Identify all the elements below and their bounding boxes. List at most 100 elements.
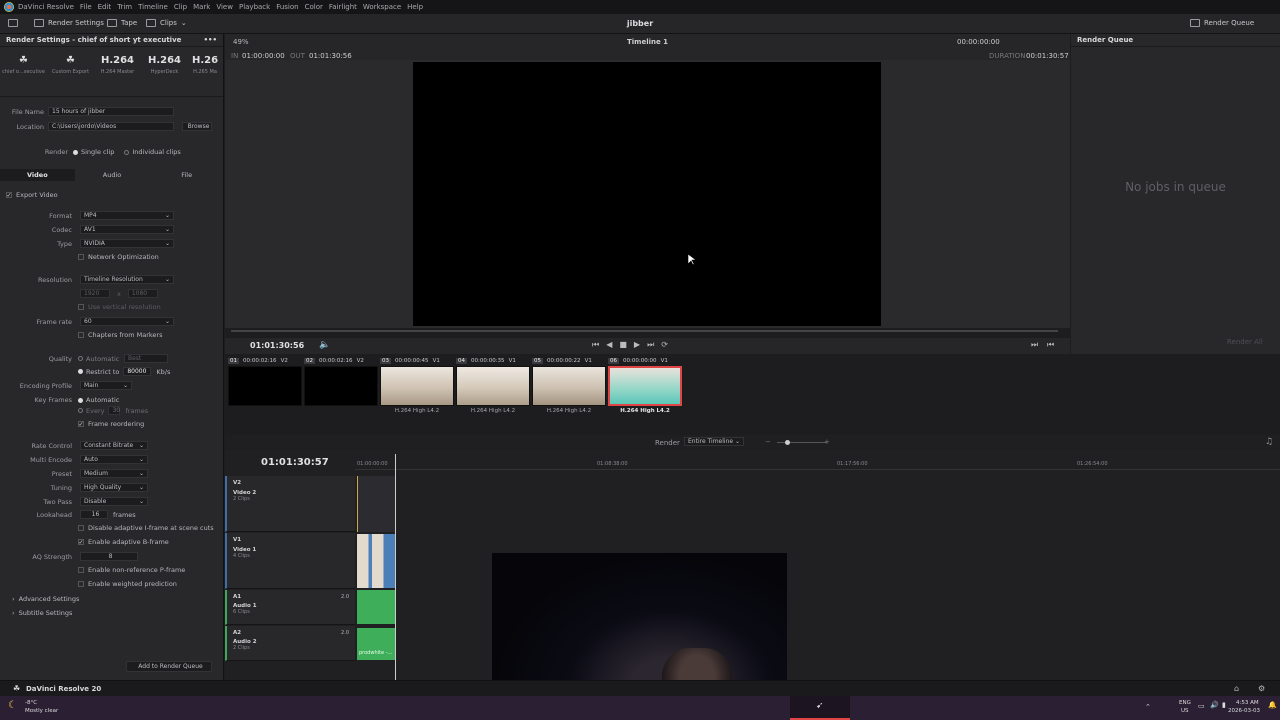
render-range-select[interactable]: Entire Timeline ⌄: [684, 437, 744, 446]
individual-clips-radio[interactable]: [124, 149, 130, 155]
keyframe-every-radio[interactable]: [78, 408, 83, 413]
battery-icon[interactable]: ▮: [1222, 701, 1226, 709]
zoom-select[interactable]: 49%: [233, 38, 249, 46]
encoding-profile-select[interactable]: Main ⌄: [80, 381, 132, 390]
preset-hyperdeck[interactable]: H.264 HyperDeck: [141, 51, 188, 96]
preset-custom-export[interactable]: ☘ Custom Export: [47, 51, 94, 96]
add-to-render-queue-button[interactable]: Add to Render Queue: [126, 661, 212, 672]
menu-app[interactable]: DaVinci Resolve: [18, 3, 74, 11]
rate-control-select[interactable]: Constant Bitrate ⌄: [80, 441, 148, 450]
track-header-a2[interactable]: A2 Audio 2 2 Clips 2.0: [225, 626, 355, 661]
weighted-prediction-checkbox[interactable]: [78, 581, 84, 587]
chevron-up-icon[interactable]: ⌃: [1145, 703, 1151, 711]
playhead[interactable]: [395, 454, 396, 680]
non-reference-checkbox[interactable]: [78, 567, 84, 573]
frame-rate-select[interactable]: 60 ⌄: [80, 317, 174, 326]
quality-auto-radio[interactable]: [78, 356, 83, 361]
menu-workspace[interactable]: Workspace: [363, 3, 401, 11]
v2-clip[interactable]: [357, 476, 395, 532]
prev-clip-icon[interactable]: ⏮: [1047, 340, 1054, 350]
advanced-settings-toggle[interactable]: Advanced Settings: [19, 595, 80, 603]
zoom-in-icon[interactable]: +: [824, 438, 830, 446]
clock-time[interactable]: 4:53 AM: [1236, 700, 1259, 706]
menu-help[interactable]: Help: [407, 3, 423, 11]
render-all-button[interactable]: Render All: [1227, 338, 1263, 346]
volume-icon[interactable]: 🔈: [319, 340, 330, 350]
restrict-to-radio[interactable]: [78, 369, 83, 374]
network-icon[interactable]: ▭: [1198, 702, 1205, 710]
next-clip-icon[interactable]: ⏭: [1031, 340, 1038, 350]
timeline-ruler[interactable]: 01:00:00:00 01:08:38:00 01:17:56:00 01:2…: [355, 454, 1280, 470]
file-name-input[interactable]: 15 hours of jibber: [48, 107, 174, 116]
location-input[interactable]: C:\Users\jordo\Videos: [48, 122, 174, 131]
menu-file[interactable]: File: [80, 3, 92, 11]
single-clip-radio[interactable]: [73, 149, 78, 155]
keyframe-every-input[interactable]: 30: [108, 406, 121, 415]
v1-clip[interactable]: [357, 534, 395, 588]
frame-reordering-checkbox[interactable]: ✓: [78, 421, 84, 428]
type-select[interactable]: NVIDIA ⌄: [80, 239, 174, 248]
resolution-select[interactable]: Timeline Resolution ⌄: [80, 275, 174, 284]
export-video-checkbox[interactable]: ✓: [6, 192, 12, 199]
lookahead-input[interactable]: 16: [80, 510, 108, 519]
video-preview[interactable]: [413, 62, 881, 326]
taskbar-app-resolve[interactable]: ➹: [790, 696, 850, 720]
menu-edit[interactable]: Edit: [98, 3, 112, 11]
speaker-icon[interactable]: 🔊: [1210, 701, 1219, 709]
menu-mark[interactable]: Mark: [193, 3, 210, 11]
clip-thumbnail[interactable]: 04 00:00:00:35 V1 H.264 High L4.2: [456, 355, 530, 414]
settings-gear-icon[interactable]: ⚙: [1258, 684, 1265, 693]
track-header-v1[interactable]: V1 Video 1 4 Clips: [225, 533, 355, 589]
preset-h265-master[interactable]: H.26 H.265 Ma: [188, 51, 222, 96]
tuning-select[interactable]: High Quality ⌄: [80, 483, 148, 492]
track-header-v2[interactable]: V2 Video 2 2 Clips: [225, 476, 355, 532]
browse-button[interactable]: Browse: [182, 122, 212, 131]
clip-thumbnail[interactable]: 03 00:00:00:45 V1 H.264 High L4.2: [380, 355, 454, 414]
more-options-icon[interactable]: •••: [204, 36, 217, 44]
format-select[interactable]: MP4 ⌄: [80, 211, 174, 220]
clip-thumbnail[interactable]: 01 00:00:02:16 V2: [228, 355, 302, 406]
weather-icon[interactable]: ☾: [8, 700, 17, 711]
a2-clip[interactable]: prodwhite -...: [357, 628, 395, 660]
menu-trim[interactable]: Trim: [117, 3, 132, 11]
menu-view[interactable]: View: [216, 3, 233, 11]
bitrate-input[interactable]: 80000: [123, 367, 152, 376]
menu-fairlight[interactable]: Fairlight: [329, 3, 357, 11]
quality-best-select[interactable]: Best: [124, 354, 168, 363]
resolution-height-input[interactable]: 1080: [127, 289, 158, 298]
menu-clip[interactable]: Clip: [174, 3, 187, 11]
menu-color[interactable]: Color: [305, 3, 323, 11]
zoom-slider-handle[interactable]: [785, 440, 790, 445]
scrubber-track[interactable]: [231, 330, 1058, 332]
clip-thumbnail[interactable]: 02 00:00:02:16 V2: [304, 355, 378, 406]
tab-file[interactable]: File: [149, 169, 224, 181]
clip-thumbnail[interactable]: 06 00:00:00:00 V1 H.264 High L4.2: [608, 355, 682, 414]
adaptive-iframe-checkbox[interactable]: [78, 525, 84, 531]
clip-thumbnail[interactable]: 05 00:00:00:22 V1 H.264 High L4.2: [532, 355, 606, 414]
network-optimization-checkbox[interactable]: [78, 254, 84, 260]
adaptive-bframe-checkbox[interactable]: ✓: [78, 539, 84, 546]
home-icon[interactable]: ⌂: [1234, 684, 1239, 693]
preset-select[interactable]: Medium ⌄: [80, 469, 148, 478]
codec-select[interactable]: AV1 ⌄: [80, 225, 174, 234]
preset-h264-master[interactable]: H.264 H.264 Master: [94, 51, 141, 96]
timeline-select[interactable]: Timeline 1: [627, 38, 668, 46]
chapters-checkbox[interactable]: [78, 332, 84, 338]
subtitle-settings-toggle[interactable]: Subtitle Settings: [19, 609, 73, 617]
tab-video[interactable]: Video: [0, 169, 75, 181]
menu-playback[interactable]: Playback: [239, 3, 270, 11]
preset-custom-1[interactable]: ☘ chief o...xecutive: [0, 51, 47, 96]
track-header-a1[interactable]: A1 Audio 1 6 Clips 2.0: [225, 590, 355, 625]
menu-fusion[interactable]: Fusion: [276, 3, 298, 11]
playback-controls[interactable]: ⏮◀■▶⏭⟳: [592, 340, 675, 350]
language-label[interactable]: ENG: [1179, 700, 1191, 706]
multi-encode-select[interactable]: Auto ⌄: [80, 455, 148, 464]
menu-timeline[interactable]: Timeline: [138, 3, 168, 11]
zoom-out-icon[interactable]: −: [765, 438, 771, 446]
tab-audio[interactable]: Audio: [75, 169, 150, 181]
aq-strength-input[interactable]: 8: [80, 552, 138, 561]
music-note-icon[interactable]: ♫: [1265, 437, 1273, 447]
notification-icon[interactable]: 🔔: [1268, 701, 1277, 709]
resolution-width-input[interactable]: 1920: [80, 289, 110, 298]
a1-clip[interactable]: [357, 590, 395, 624]
